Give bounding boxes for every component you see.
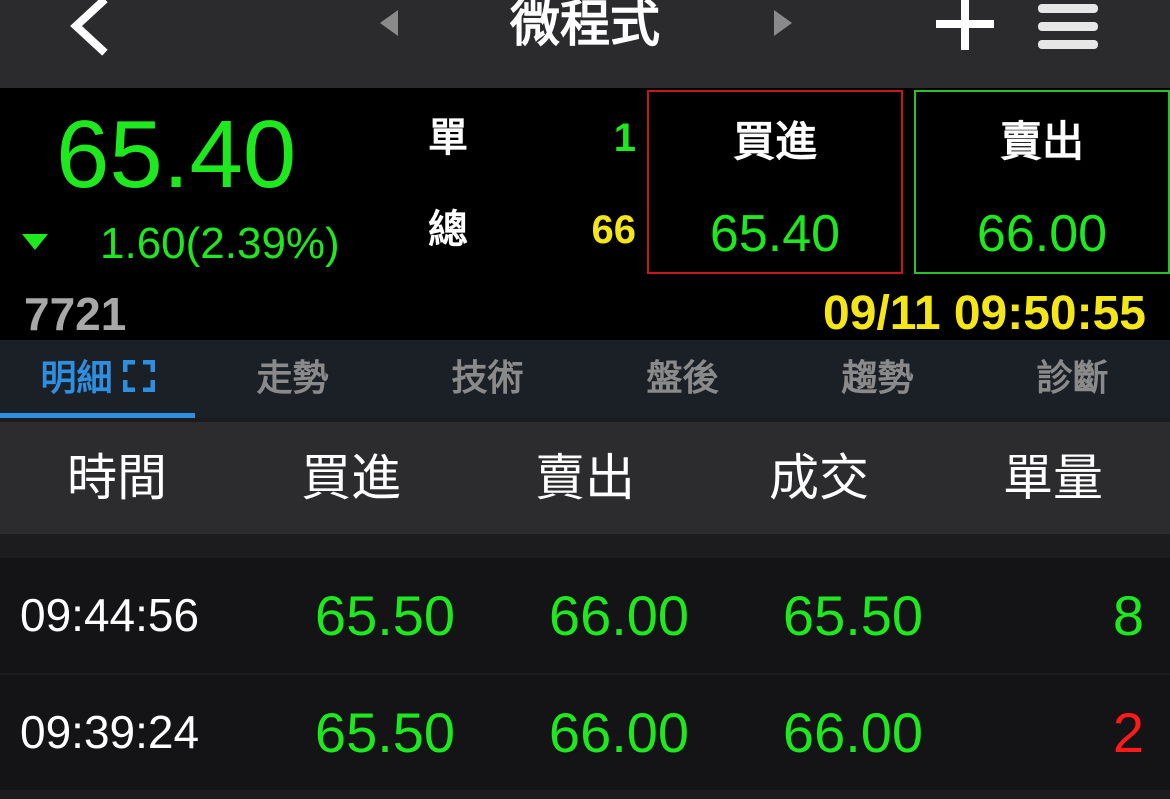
column-header-trade: 成交 (769, 449, 869, 507)
expand-icon[interactable] (122, 360, 155, 392)
sell-button[interactable]: 賣出 66.00 (914, 90, 1170, 274)
cell-bid: 65.50 (314, 584, 456, 647)
quote-timestamp: 09/11 09:50:55 (823, 287, 1146, 340)
cell-ask: 66.00 (548, 584, 690, 647)
total-volume-value: 66 (591, 208, 637, 252)
table-row[interactable]: 09:44:56 65.50 66.00 65.50 8 (0, 558, 1170, 673)
tab-after-hours[interactable]: 盤後 (585, 340, 780, 418)
cell-volume: 2 (1112, 701, 1144, 764)
cell-bid: 65.50 (314, 701, 456, 764)
table-row[interactable]: 09:39:24 65.50 66.00 66.00 2 (0, 675, 1170, 790)
buy-label: 買進 (732, 117, 817, 166)
total-volume-label: 總 (428, 207, 468, 253)
down-arrow-icon (22, 234, 48, 250)
last-price: 65.40 (56, 101, 297, 208)
column-header-bid: 買進 (301, 449, 401, 507)
tab-trend[interactable]: 走勢 (195, 340, 390, 418)
column-header-ask: 賣出 (535, 449, 635, 507)
cell-ask: 66.00 (548, 701, 690, 764)
cell-trade: 65.50 (782, 584, 924, 647)
column-header-volume: 單量 (1003, 449, 1103, 507)
cell-time: 09:39:24 (20, 706, 200, 758)
menu-icon[interactable] (1036, 0, 1100, 56)
single-volume-value: 1 (613, 116, 636, 160)
cell-volume: 8 (1112, 584, 1144, 647)
quote-panel: 65.40 1.60(2.39%) 7721 單 1 總 66 買進 65.40… (0, 88, 1170, 340)
tab-technical[interactable]: 技術 (390, 340, 585, 418)
page-title: 微程式 (510, 0, 660, 53)
back-icon[interactable] (62, 0, 122, 56)
tab-diagnosis[interactable]: 診斷 (975, 340, 1170, 418)
tab-bar: 明細 走勢 技術 盤後 趨勢 診斷 (0, 340, 1170, 418)
tab-details[interactable]: 明細 (0, 340, 195, 418)
tab-label: 明細 (40, 358, 113, 399)
sell-label: 賣出 (999, 117, 1084, 166)
stock-code: 7721 (24, 288, 127, 340)
sell-price: 66.00 (976, 205, 1108, 263)
column-header-time: 時間 (67, 449, 167, 507)
prev-icon[interactable] (378, 8, 402, 38)
buy-price: 65.40 (709, 205, 841, 263)
nav-bar: 微程式 (0, 0, 1170, 88)
plus-icon[interactable] (932, 0, 998, 54)
tab-tendency[interactable]: 趨勢 (780, 340, 975, 418)
next-icon[interactable] (770, 8, 794, 38)
cell-time: 09:44:56 (20, 589, 200, 641)
buy-button[interactable]: 買進 65.40 (647, 90, 903, 274)
table-header: 時間 買進 賣出 成交 單量 (0, 422, 1170, 534)
trade-detail-table: 時間 買進 賣出 成交 單量 09:44:56 65.50 66.00 65.5… (0, 418, 1170, 799)
single-volume-label: 單 (428, 115, 468, 161)
price-change: 1.60(2.39%) (100, 219, 340, 268)
cell-trade: 66.00 (782, 701, 924, 764)
